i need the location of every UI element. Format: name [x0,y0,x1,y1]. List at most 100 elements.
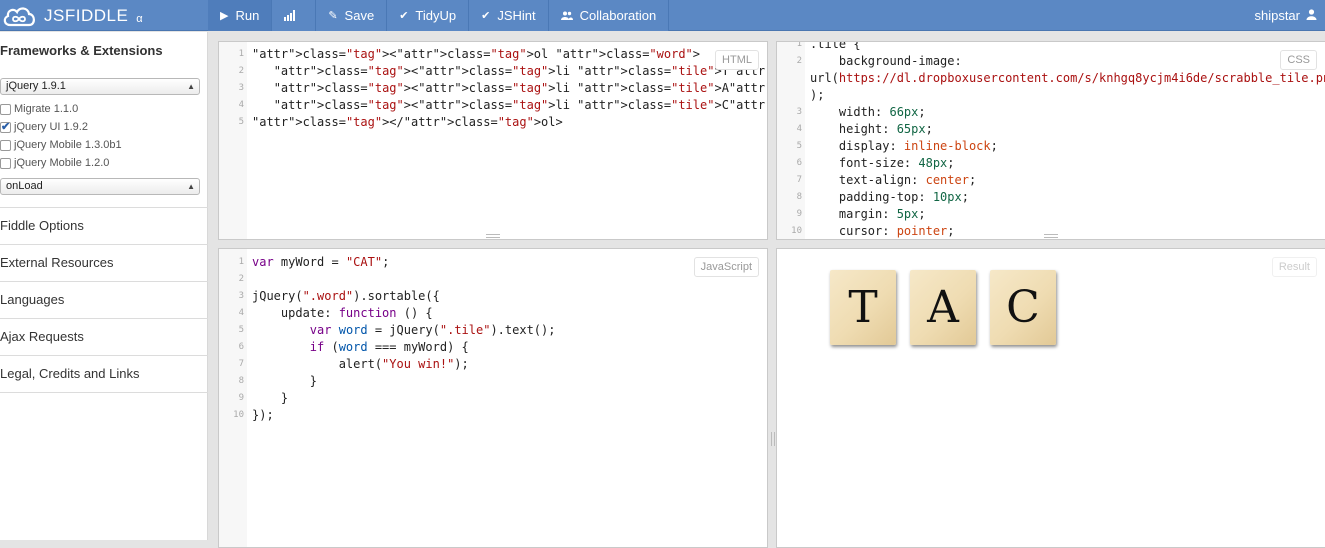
line-number: 3 [238,291,244,301]
line-number: 2 [796,56,802,66]
line-number: 10 [233,410,244,420]
username: shipstar [1254,8,1300,23]
line-number: 4 [796,124,802,134]
code-line: "attr">class="tag"><"attr">class="tag">l… [273,81,768,95]
line-number: 2 [238,274,244,284]
resize-handle[interactable] [1044,234,1058,238]
code-line: padding-top: 10px; [810,190,969,204]
check-icon: ✔ [399,10,409,22]
html-panel-label: HTML [715,50,759,70]
sidebar: Frameworks & Extensions jQuery 1.9.1 ▲ M… [0,32,208,540]
extension-jquery-mobile-130[interactable]: jQuery Mobile 1.3.0b1 [0,138,122,152]
javascript-panel[interactable]: 1 2 3 4 5 6 7 8 9 10 var myWord = "CAT";… [218,248,768,548]
scrabble-tile[interactable]: C [990,270,1056,345]
code-line: cursor: pointer; [810,224,955,238]
divider [0,318,208,319]
line-number: 4 [238,100,244,110]
tidyup-button[interactable]: ✔ TidyUp [387,0,470,31]
extension-migrate[interactable]: Migrate 1.1.0 [0,102,78,116]
checkbox[interactable] [0,139,11,151]
people-icon [560,11,573,20]
collaboration-button[interactable]: Collaboration [548,0,670,31]
jshint-button[interactable]: ✔ JSHint [469,0,549,31]
code-line: update: function () { [252,306,433,320]
run-button[interactable]: ▶ Run [208,0,273,31]
stats-button[interactable] [272,0,317,31]
run-label: Run [235,8,260,23]
tidyup-label: TidyUp [415,8,457,23]
play-icon: ▶ [220,10,229,22]
logo[interactable]: JSFIDDLE α [0,0,143,31]
html-panel[interactable]: 1 2 3 4 5 "attr">class="tag"><"attr">cla… [218,41,768,240]
framework-select-value: jQuery 1.9.1 [6,80,66,92]
extension-jquery-ui[interactable]: jQuery UI 1.9.2 [0,120,88,134]
line-number: 4 [238,308,244,318]
line-number: 1 [238,257,244,267]
load-type-select[interactable]: onLoad ▲ [0,178,200,195]
code-line: "attr">class="tag"></"attr">class="tag">… [252,115,563,129]
code-line: background-image: [810,54,962,68]
line-number: 10 [791,226,802,236]
result-panel-label: Result [1271,257,1317,277]
action-bar: ▶ Run ✎ Save ✔ TidyUp ✔ JSHint Collabora… [208,0,670,31]
checkbox-checked[interactable] [0,120,11,133]
user-menu[interactable]: shipstar [1254,0,1317,31]
code-line: width: 66px; [810,105,926,119]
frameworks-heading: Frameworks & Extensions [0,43,163,58]
line-number: 5 [238,325,244,335]
divider [0,392,208,393]
code-line: }); [252,408,274,422]
sidebar-item-external-resources[interactable]: External Resources [0,255,113,270]
css-panel[interactable]: 1 2 3 4 5 6 7 8 9 10 .tile { background-… [776,41,1325,240]
user-icon [1306,8,1317,23]
line-number: 5 [238,117,244,127]
checkbox[interactable] [0,103,11,115]
sidebar-item-fiddle-options[interactable]: Fiddle Options [0,218,84,233]
line-number: 6 [238,342,244,352]
line-number: 2 [238,66,244,76]
load-type-value: onLoad [6,180,43,192]
sidebar-item-ajax-requests[interactable]: Ajax Requests [0,329,84,344]
code-line: "attr">class="tag"><"attr">class="tag">l… [273,64,768,78]
top-bar: JSFIDDLE α ▶ Run ✎ Save ✔ TidyUp ✔ JSHin… [0,0,1325,31]
line-number: 7 [238,359,244,369]
code-line: font-size: 48px; [810,156,955,170]
divider [0,207,208,208]
resize-handle[interactable] [486,234,500,238]
scrabble-tile[interactable]: A [910,270,976,345]
extension-label: Migrate 1.1.0 [14,103,79,115]
sidebar-item-languages[interactable]: Languages [0,292,64,307]
code-line: alert("You win!"); [252,357,469,371]
code-line: var word = jQuery(".tile").text(); [309,323,556,337]
code-line: } [252,374,318,388]
divider [0,355,208,356]
line-number: 7 [796,175,802,185]
line-number: 3 [238,83,244,93]
line-number: 8 [238,376,244,386]
scrabble-tile[interactable]: T [830,270,896,345]
pencil-icon: ✎ [328,10,338,22]
save-button[interactable]: ✎ Save [316,0,388,31]
divider [0,281,208,282]
line-number: 9 [238,393,244,403]
line-number: 9 [796,209,802,219]
code-line: "attr">class="tag"><"attr">class="tag">o… [252,47,701,61]
jshint-label: JSHint [497,8,536,23]
collaboration-label: Collaboration [579,8,657,23]
vertical-resize-handle[interactable] [771,432,775,446]
bar-chart-icon [284,10,296,21]
code-line: "attr">class="tag"><"attr">class="tag">l… [273,98,768,112]
code-line: height: 65px; [810,122,933,136]
code-line: if (word === myWord) { [309,340,469,354]
code-line: display: inline-block; [810,139,998,153]
extension-jquery-mobile-120[interactable]: jQuery Mobile 1.2.0 [0,156,109,170]
check-icon: ✔ [481,10,491,22]
line-number: 3 [796,107,802,117]
checkbox[interactable] [0,157,11,169]
code-line: .tile { [810,41,861,51]
extension-label: jQuery Mobile 1.2.0 [14,157,110,169]
code-line: jQuery(".word").sortable({ [252,289,440,303]
css-panel-label: CSS [1280,50,1317,70]
sidebar-item-legal[interactable]: Legal, Credits and Links [0,366,139,381]
framework-select[interactable]: jQuery 1.9.1 ▲ [0,78,200,95]
